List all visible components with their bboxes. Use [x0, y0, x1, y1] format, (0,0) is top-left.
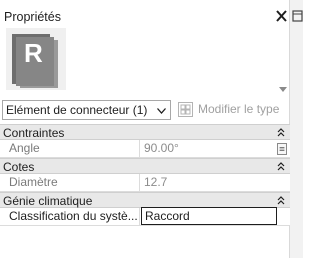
- collapse-icon[interactable]: [277, 162, 285, 171]
- properties-grid: Contraintes Angle 90.00° Cotes Diamètre …: [0, 124, 290, 226]
- edit-type-label: Modifier le type: [198, 102, 280, 116]
- property-row-system-classification[interactable]: Classification du systè... Raccord: [0, 207, 290, 226]
- collapse-icon[interactable]: [277, 196, 285, 205]
- type-preview[interactable]: R: [0, 28, 290, 96]
- chevron-down-icon[interactable]: [279, 87, 287, 92]
- edit-type-icon: [178, 102, 193, 117]
- thumbnail-letter: R: [24, 38, 43, 68]
- property-name: Classification du systè...: [0, 208, 140, 225]
- side-tab-strip: [290, 0, 303, 258]
- property-value: 12.7: [144, 175, 168, 189]
- properties-panel: Propriétés R Elément de connecteur (1) M…: [0, 0, 290, 258]
- panel-titlebar: Propriétés: [0, 6, 290, 28]
- property-value: 90.00°: [144, 141, 179, 155]
- collapse-icon[interactable]: [277, 128, 285, 137]
- folder-tab-icon[interactable]: [291, 9, 303, 22]
- property-name: Diamètre: [0, 174, 140, 191]
- group-title: Génie climatique: [3, 194, 93, 208]
- group-header-mechanical[interactable]: Génie climatique: [0, 192, 290, 208]
- element-type-selector[interactable]: Elément de connecteur (1): [2, 100, 171, 120]
- group-title: Contraintes: [3, 126, 65, 140]
- property-name: Angle: [0, 140, 140, 157]
- property-row-angle: Angle 90.00°: [0, 140, 290, 158]
- selector-value: Elément de connecteur (1): [6, 103, 148, 117]
- property-row-diameter: Diamètre 12.7: [0, 174, 290, 192]
- revit-family-icon: R: [6, 28, 66, 90]
- group-title: Cotes: [3, 160, 35, 174]
- edit-type-button[interactable]: Modifier le type: [176, 100, 286, 120]
- chevron-down-icon: [157, 108, 166, 114]
- system-classification-input[interactable]: Raccord: [141, 207, 277, 225]
- panel-title: Propriétés: [4, 10, 61, 24]
- associate-parameter-icon[interactable]: [277, 143, 287, 155]
- group-header-constraints[interactable]: Contraintes: [0, 124, 290, 140]
- group-header-dimensions[interactable]: Cotes: [0, 158, 290, 174]
- close-icon[interactable]: [275, 9, 288, 23]
